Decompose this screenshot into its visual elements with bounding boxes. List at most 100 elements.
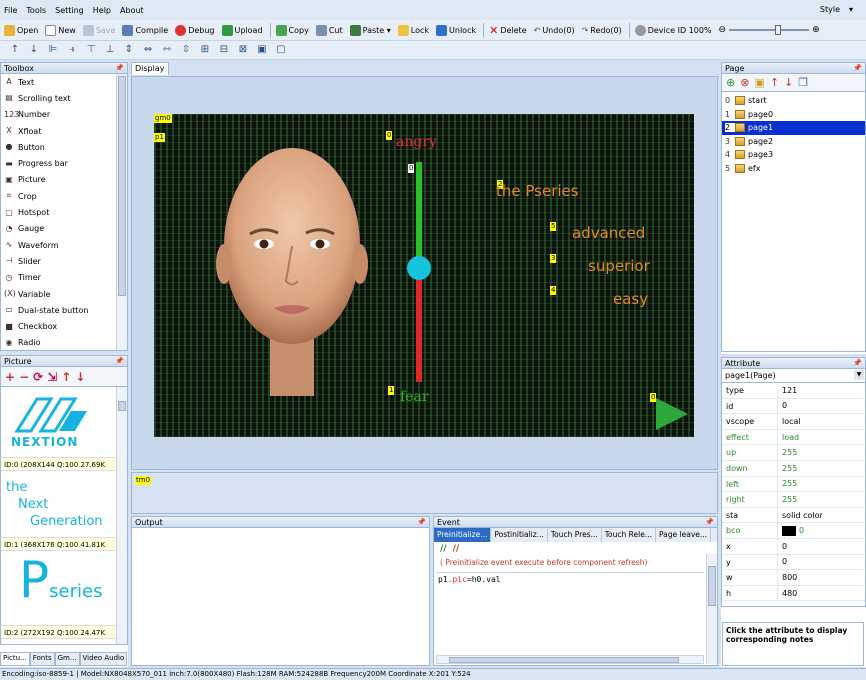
insert-page-icon[interactable]: ▣: [754, 76, 764, 89]
attribute-value[interactable]: 0: [778, 539, 787, 554]
move-down-icon[interactable]: ↓: [75, 370, 85, 384]
page-item[interactable]: 0 start: [722, 94, 865, 108]
slogan-image[interactable]: the Next Generation: [6, 479, 103, 530]
scrollbar-thumb[interactable]: [449, 657, 679, 663]
save-button[interactable]: Save: [82, 24, 115, 36]
pin-icon[interactable]: 📌: [705, 517, 714, 528]
page-item[interactable]: 2 page1: [722, 121, 865, 135]
undo-button[interactable]: ↶ Undo(0): [534, 26, 575, 35]
move-up-icon[interactable]: ↑: [8, 43, 22, 57]
paste-button[interactable]: Paste ▾: [349, 24, 391, 36]
move-up-icon[interactable]: ↑: [770, 76, 779, 89]
component-tag-t4[interactable]: 4: [550, 286, 557, 295]
tab-fonts[interactable]: Fonts: [29, 652, 55, 666]
picture-caption-2[interactable]: ID:2 (272X192 Q:100 24.47K: [1, 625, 117, 639]
attribute-row[interactable]: y0: [722, 554, 865, 571]
component-tag-t3[interactable]: 3: [550, 254, 557, 263]
attribute-value[interactable]: 255: [778, 461, 797, 476]
space-v-icon[interactable]: ⊠: [236, 43, 250, 57]
tab-touch-release[interactable]: Touch Rele...: [602, 528, 656, 542]
toolbox-item[interactable]: ▬ Progress bar: [1, 155, 127, 171]
component-tag-gm0[interactable]: gm0: [154, 114, 172, 123]
move-down-icon[interactable]: ↓: [784, 76, 793, 89]
page-item[interactable]: 3 page2: [722, 135, 865, 149]
toolbox-item[interactable]: ▭ Dual-state button: [1, 302, 127, 318]
color-swatch[interactable]: [782, 525, 796, 536]
attribute-row[interactable]: effect load: [722, 429, 865, 446]
bring-front-icon[interactable]: ▣: [255, 43, 269, 57]
next-arrow-icon[interactable]: [654, 394, 690, 432]
page-item[interactable]: 4 page3: [722, 148, 865, 162]
picture-caption-0[interactable]: ID:0 (208X144 Q:100 27.69K: [1, 457, 117, 471]
align-center-h-icon[interactable]: ⇔: [141, 43, 155, 57]
attribute-value[interactable]: 255: [778, 492, 797, 507]
scrollbar-thumb[interactable]: [118, 401, 126, 411]
toolbox-item[interactable]: (X) Variable: [1, 286, 127, 302]
add-picture-icon[interactable]: +: [5, 370, 15, 384]
toolbox-item[interactable]: ▤ Scrolling text: [1, 90, 127, 106]
upload-button[interactable]: Upload: [221, 24, 263, 36]
attribute-value[interactable]: 0: [778, 555, 787, 570]
toolbox-item[interactable]: ◔ Gauge: [1, 221, 127, 237]
event-hscrollbar[interactable]: [436, 655, 704, 664]
scrollbar-thumb[interactable]: [118, 76, 126, 296]
copy-page-icon[interactable]: ❐: [798, 76, 808, 89]
slider-track-lower[interactable]: [416, 267, 422, 382]
align-center-v-icon[interactable]: ⇕: [122, 43, 136, 57]
tab-preinitialize[interactable]: Preinitialize...: [434, 528, 492, 542]
attribute-value[interactable]: 255: [778, 477, 797, 492]
toolbox-item[interactable]: ∿ Waveform: [1, 237, 127, 253]
uncomment-icon[interactable]: //: [453, 544, 460, 554]
space-h-icon[interactable]: ⊟: [217, 43, 231, 57]
unlock-button[interactable]: Unlock: [436, 24, 476, 36]
attribute-row[interactable]: left 255: [722, 476, 865, 493]
attribute-row[interactable]: x0: [722, 538, 865, 555]
attribute-row[interactable]: type 121: [722, 383, 865, 399]
pseries-logo-image[interactable]: Pseries: [19, 555, 102, 605]
pin-icon[interactable]: 📌: [115, 63, 124, 74]
scrollbar-thumb[interactable]: [708, 566, 716, 606]
tab-video-audio[interactable]: Video Audio: [79, 652, 128, 666]
component-tag-t0[interactable]: 0: [386, 131, 393, 140]
tab-touch-press[interactable]: Touch Pres...: [548, 528, 602, 542]
attribute-value[interactable]: local: [778, 414, 801, 429]
delete-button[interactable]: ✕ Delete: [489, 24, 527, 37]
replace-picture-icon[interactable]: ⟳: [33, 370, 43, 384]
menu-file[interactable]: File: [4, 6, 17, 15]
attribute-row[interactable]: h 480: [722, 585, 865, 602]
cut-button[interactable]: Cut: [315, 24, 343, 36]
lock-button[interactable]: Lock: [397, 24, 429, 36]
attribute-row[interactable]: bco 0: [722, 523, 865, 539]
style-menu[interactable]: Style ▾: [820, 5, 853, 14]
toolbox-item[interactable]: A Text: [1, 74, 127, 90]
zoom-slider[interactable]: ⊖ ⊕: [719, 25, 820, 35]
event-vscrollbar[interactable]: [706, 554, 717, 664]
event-code-editor[interactable]: p1.pic=h0.val: [436, 572, 704, 655]
same-width-icon[interactable]: ⇿: [160, 43, 174, 57]
chevron-down-icon[interactable]: ▼: [854, 370, 864, 380]
attribute-row[interactable]: w 800: [722, 570, 865, 586]
copy-button[interactable]: Copy: [275, 24, 309, 36]
pin-icon[interactable]: 📌: [853, 358, 862, 369]
toolbox-item[interactable]: ⊣ Slider: [1, 253, 127, 269]
comment-icon[interactable]: //: [440, 544, 447, 554]
component-tag-t1[interactable]: 1: [388, 386, 395, 395]
same-height-icon[interactable]: ⇳: [179, 43, 193, 57]
toolbox-item[interactable]: X Xfloat: [1, 123, 127, 139]
toolbox-item[interactable]: ● Button: [1, 139, 127, 155]
component-tag-tm0[interactable]: tm0: [135, 476, 152, 485]
compile-button[interactable]: Compile: [122, 24, 168, 36]
menu-help[interactable]: Help: [93, 6, 111, 15]
component-tag-h0[interactable]: 0: [408, 164, 415, 173]
component-tag-p1[interactable]: p1: [154, 133, 165, 142]
tab-display[interactable]: Display: [131, 62, 169, 75]
attribute-row[interactable]: sta solid color: [722, 507, 865, 524]
redo-button[interactable]: ↷ Redo(0): [582, 26, 622, 35]
zoom-in-icon[interactable]: ⊕: [812, 25, 820, 35]
output-body[interactable]: [131, 528, 430, 666]
align-top-icon[interactable]: ⊤: [84, 43, 98, 57]
zoom-out-icon[interactable]: ⊖: [719, 25, 727, 35]
attribute-value[interactable]: 255: [778, 445, 797, 460]
attribute-row[interactable]: right 255: [722, 492, 865, 508]
slider-track-upper[interactable]: [416, 162, 422, 267]
